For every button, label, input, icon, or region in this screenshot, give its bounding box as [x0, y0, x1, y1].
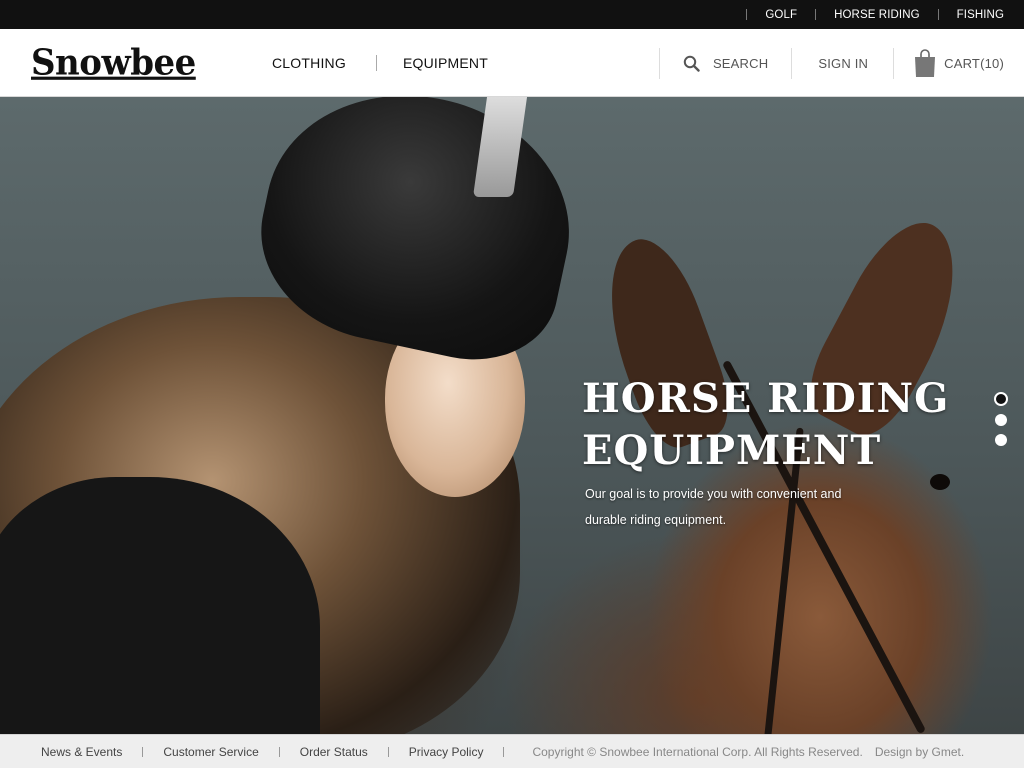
topbar-link-horse-riding[interactable]: HORSE RIDING: [834, 9, 920, 21]
footer-link-customer-service[interactable]: Customer Service: [163, 745, 258, 759]
topbar-link-fishing[interactable]: FISHING: [957, 9, 1004, 21]
site-header: Snowbee CLOTHING EQUIPMENT SEARCH SIGN I…: [0, 29, 1024, 97]
brand-logo[interactable]: Snowbee: [31, 44, 196, 82]
sign-in-link[interactable]: SIGN IN: [792, 29, 893, 97]
topbar-link-golf[interactable]: GOLF: [765, 9, 797, 21]
footer-link-privacy-policy[interactable]: Privacy Policy: [409, 745, 484, 759]
divider: [387, 746, 389, 757]
slide-dot-1[interactable]: [994, 392, 1008, 406]
hero-description-line: durable riding equipment.: [585, 513, 727, 527]
search-icon: [683, 55, 700, 72]
cart-button[interactable]: CART(10): [894, 29, 1024, 97]
category-links: GOLF HORSE RIDING FISHING: [728, 0, 1024, 29]
main-nav: CLOTHING EQUIPMENT: [272, 29, 488, 97]
divider: [142, 746, 144, 757]
hero-title: HORSE RIDING EQUIPMENT: [582, 373, 1002, 477]
slide-dot-3[interactable]: [995, 434, 1007, 446]
hero-title-line: HORSE RIDING: [582, 375, 950, 422]
nav-equipment[interactable]: EQUIPMENT: [403, 55, 488, 71]
cart-label: CART(10): [944, 55, 1004, 71]
hero-description: Our goal is to provide you with convenie…: [585, 481, 865, 533]
footer-link-news-events[interactable]: News & Events: [41, 745, 122, 759]
footer-link-order-status[interactable]: Order Status: [300, 745, 368, 759]
search-label: SEARCH: [712, 55, 769, 71]
top-utility-bar: GOLF HORSE RIDING FISHING: [0, 0, 1024, 29]
search-button[interactable]: SEARCH: [660, 29, 791, 97]
hero-banner: HORSE RIDING EQUIPMENT Our goal is to pr…: [0, 97, 1024, 734]
topbar-item-fishing: FISHING: [920, 0, 1024, 29]
topbar-item-golf: GOLF: [728, 0, 797, 29]
design-credit: Design by Gmet.: [874, 744, 965, 759]
header-utilities: SEARCH SIGN IN CART(10): [658, 29, 1024, 97]
copyright-text: Copyright © Snowbee International Corp. …: [532, 744, 863, 759]
divider: [375, 55, 377, 71]
divider: [937, 9, 939, 20]
hero-title-line: EQUIPMENT: [582, 427, 882, 474]
hero-description-line: Our goal is to provide you with convenie…: [585, 487, 842, 501]
divider: [278, 746, 280, 757]
topbar-item-horse-riding: HORSE RIDING: [797, 0, 920, 29]
slider-pagination: [994, 392, 1009, 454]
nav-clothing[interactable]: CLOTHING: [272, 55, 346, 71]
site-footer: News & Events Customer Service Order Sta…: [0, 734, 1024, 768]
divider: [503, 746, 505, 757]
divider: [815, 9, 817, 20]
divider: [746, 9, 748, 20]
shopping-bag-icon: [914, 48, 936, 78]
slide-dot-2[interactable]: [995, 414, 1007, 426]
